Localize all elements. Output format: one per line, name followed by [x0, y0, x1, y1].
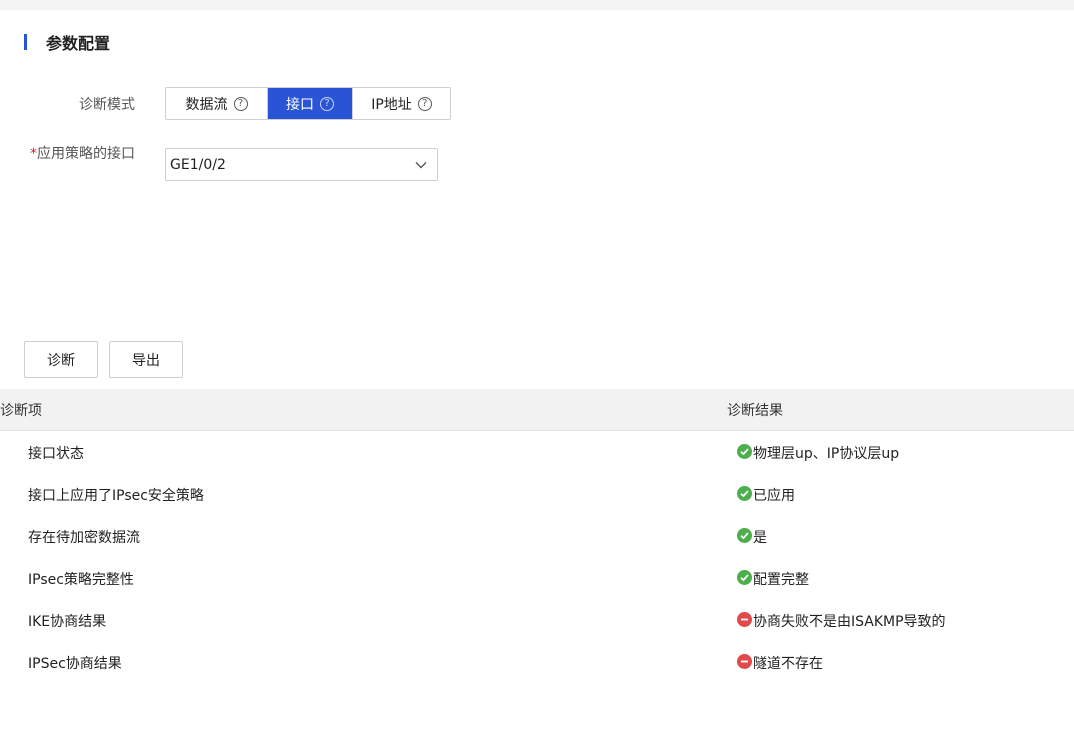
- interface-label-text: 应用策略的接口: [37, 146, 135, 162]
- check-circle-icon: [737, 485, 752, 501]
- question-circle-icon[interactable]: ?: [320, 96, 334, 111]
- question-circle-icon[interactable]: ?: [233, 96, 248, 111]
- mode-option-ip-address[interactable]: IP地址 ?: [352, 88, 450, 119]
- section-accent-bar: [24, 34, 27, 50]
- row-result: 物理层up、IP协议层up: [737, 443, 899, 463]
- row-result: 是: [737, 527, 767, 547]
- table-row: 接口上应用了IPsec安全策略 已应用: [0, 473, 1074, 515]
- table-header: 诊断项 诊断结果: [0, 389, 1074, 431]
- mode-option-label: 数据流: [185, 96, 228, 113]
- row-item: IPSec协商结果: [28, 656, 122, 672]
- row-result: 已应用: [737, 485, 795, 505]
- row-result-text: 已应用: [753, 488, 795, 504]
- interface-select-value: GE1/0/2: [170, 156, 226, 173]
- row-result: 协商失败不是由ISAKMP导致的: [737, 611, 946, 631]
- row-item: 接口上应用了IPsec安全策略: [28, 488, 204, 504]
- top-strip: [0, 0, 1074, 10]
- table-row: IKE协商结果 协商失败不是由ISAKMP导致的: [0, 599, 1074, 641]
- check-circle-icon: [737, 527, 752, 543]
- column-header-result: 诊断结果: [727, 403, 783, 419]
- row-result: 隧道不存在: [737, 653, 823, 673]
- check-circle-icon: [737, 443, 752, 459]
- export-button[interactable]: 导出: [109, 341, 183, 378]
- row-result-text: 协商失败不是由ISAKMP导致的: [753, 614, 946, 630]
- required-mark: *: [30, 146, 37, 162]
- minus-circle-icon: [737, 611, 752, 627]
- row-result-text: 是: [753, 530, 767, 546]
- interface-select[interactable]: GE1/0/2: [165, 148, 438, 181]
- column-header-item: 诊断项: [0, 403, 42, 419]
- table-row: IPsec策略完整性 配置完整: [0, 557, 1074, 599]
- section-header: 参数配置: [24, 32, 111, 53]
- row-item: IPsec策略完整性: [28, 572, 134, 588]
- row-result-text: 物理层up、IP协议层up: [753, 446, 900, 462]
- question-circle-icon[interactable]: ?: [417, 96, 432, 111]
- row-item: IKE协商结果: [28, 614, 107, 630]
- mode-option-label: IP地址: [371, 96, 412, 113]
- table-row: IPSec协商结果 隧道不存在: [0, 641, 1074, 683]
- table-row: 存在待加密数据流 是: [0, 515, 1074, 557]
- minus-circle-icon: [737, 653, 752, 669]
- section-title: 参数配置: [46, 34, 111, 53]
- row-item: 接口状态: [28, 446, 84, 462]
- interface-label: *应用策略的接口: [30, 138, 135, 171]
- chevron-down-icon: [415, 162, 427, 169]
- table-row: 接口状态 物理层up、IP协议层up: [0, 431, 1074, 473]
- mode-option-interface[interactable]: 接口 ?: [267, 88, 352, 119]
- mode-segmented-control: 数据流 ? 接口 ? IP地址 ?: [165, 87, 451, 120]
- row-result-text: 配置完整: [753, 572, 809, 588]
- mode-option-dataflow[interactable]: 数据流 ?: [166, 88, 267, 119]
- mode-label: 诊断模式: [79, 97, 135, 113]
- diagnose-button[interactable]: 诊断: [24, 341, 98, 378]
- check-circle-icon: [737, 569, 752, 585]
- row-result: 配置完整: [737, 569, 809, 589]
- row-item: 存在待加密数据流: [28, 530, 140, 546]
- row-result-text: 隧道不存在: [753, 656, 823, 672]
- mode-option-label: 接口: [286, 96, 314, 113]
